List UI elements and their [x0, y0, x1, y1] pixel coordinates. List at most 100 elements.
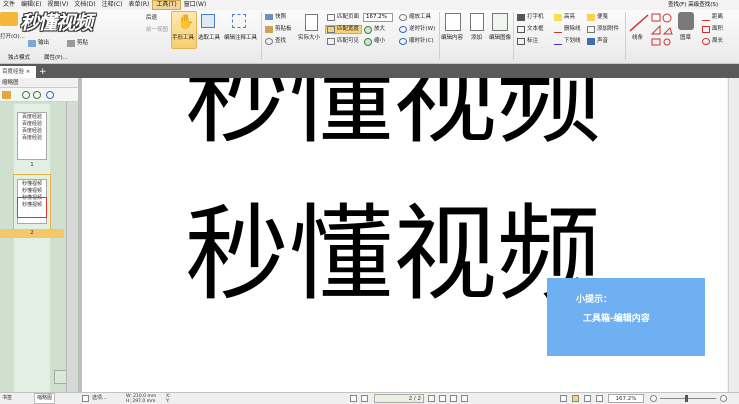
fit-width-button[interactable]: 匹配宽度 — [337, 26, 359, 33]
perimeter-button[interactable]: 周长 — [712, 38, 723, 45]
fit-page-icon — [327, 14, 335, 21]
zoom-combo[interactable]: 167.2% — [363, 13, 393, 22]
rotate-right-button[interactable]: 顺时针(C) — [409, 38, 434, 45]
close-icon[interactable]: × — [26, 69, 31, 75]
highlight-button[interactable]: 高亮 — [564, 14, 575, 21]
snapshot-button[interactable]: 快照 — [275, 14, 286, 21]
typewriter-icon — [517, 14, 525, 21]
underline-button[interactable]: 下划线 — [564, 38, 581, 45]
properties-button[interactable]: 属性(P)... — [44, 55, 68, 62]
perimeter-icon — [702, 38, 710, 45]
actual-size-button[interactable]: 实际大小 — [298, 35, 320, 42]
distance-button[interactable]: 距离 — [712, 14, 723, 21]
folder-icon — [0, 12, 18, 26]
ribbon-separator — [513, 12, 514, 60]
thumbnail-page-1[interactable]: 百度经验 百度经验 百度经验 百度经验 — [17, 112, 47, 160]
find-button[interactable]: 查找 — [275, 38, 286, 45]
zoom-tool-button[interactable]: 缩放工具 — [409, 14, 431, 21]
clip-icon — [67, 40, 75, 47]
ribbon-separator — [261, 12, 262, 60]
hand-icon: ✋ — [177, 14, 195, 30]
zoom-out-button[interactable]: 缩小 — [374, 38, 385, 45]
page-text-line-2: 秒懂视频 — [185, 193, 602, 315]
add-attachment-button[interactable]: 添加附件 — [597, 26, 619, 33]
stamp-button[interactable]: 图章 — [680, 35, 691, 42]
edit-content-button[interactable]: 编辑内容 — [441, 35, 463, 42]
view-area-marker[interactable] — [17, 197, 47, 218]
options-icon[interactable] — [2, 91, 11, 99]
hand-status-icon[interactable] — [82, 395, 89, 402]
hint-body: 工具箱-编辑内容 — [583, 314, 650, 324]
open-button[interactable]: 打开(O)... — [0, 34, 25, 41]
last-page-icon[interactable] — [439, 395, 446, 402]
highlight-icon — [554, 14, 562, 21]
zoom-in-button[interactable]: 放大 — [374, 26, 385, 33]
thumb-line: 百度经验 — [21, 135, 42, 141]
bookmarks-tab[interactable]: 书签 — [2, 393, 12, 404]
logo-text: 秒懂视频 — [20, 12, 93, 34]
typewriter-button[interactable]: 打字机 — [527, 14, 544, 21]
rotate-left-icon — [399, 26, 407, 33]
back-nav-icon[interactable] — [450, 395, 457, 402]
panel-title: 缩略图 — [0, 78, 78, 88]
new-tab-icon[interactable]: + — [39, 66, 49, 78]
continuous-facing-icon[interactable] — [596, 395, 603, 402]
continuous-page-icon[interactable] — [572, 395, 579, 402]
facing-page-icon[interactable] — [584, 395, 591, 402]
tab-label: 百度经验 — [2, 69, 25, 75]
fit-page-button[interactable]: 匹配页面 — [337, 14, 359, 21]
vertical-scrollbar[interactable] — [728, 78, 739, 392]
zoom-out-status-icon[interactable] — [650, 395, 657, 402]
page-height: H: 297.0 mm — [126, 399, 156, 404]
clipboard-button[interactable]: 剪贴板 — [275, 26, 292, 33]
menu-window[interactable]: 窗口(W) — [181, 0, 210, 10]
first-page-icon[interactable] — [350, 395, 357, 402]
page-indicator[interactable]: 2 / 2 — [374, 394, 424, 403]
fit-visible-button[interactable]: 匹配可见 — [337, 38, 359, 45]
next-page-icon[interactable] — [428, 395, 435, 402]
line-button[interactable]: 线条 — [632, 35, 643, 42]
textbox-button[interactable]: 文本框 — [527, 26, 544, 33]
panel-scrollbar[interactable] — [66, 102, 76, 392]
zoom-slider-thumb[interactable] — [685, 395, 688, 402]
forward-button[interactable]: 前一视图 — [146, 27, 168, 34]
thumbnails-tab[interactable]: 缩略图 — [34, 393, 56, 404]
rotate-thumb-icon[interactable] — [46, 91, 54, 99]
sound-button[interactable]: 声音 — [597, 38, 608, 45]
edit-image-button[interactable]: 编辑图像 — [489, 35, 511, 42]
callout-icon — [517, 38, 525, 45]
select-tool-button[interactable]: 选取工具 — [198, 35, 220, 42]
thumb-line: 百度经验 — [21, 114, 42, 120]
fit-visible-icon — [327, 38, 335, 45]
prev-page-icon[interactable] — [361, 395, 368, 402]
callout-button[interactable]: 标注 — [527, 38, 538, 45]
rotate-left-button[interactable]: 逆时针(W) — [409, 26, 435, 33]
area-button[interactable]: 面积 — [712, 26, 723, 33]
fit-width-icon — [327, 26, 335, 33]
strikeout-button[interactable]: 删除线 — [564, 26, 581, 33]
annot-tool-button[interactable]: 编辑注释工具 — [224, 35, 257, 42]
note-button[interactable]: 便笺 — [597, 14, 608, 21]
find-menu[interactable]: 查找(F) — [668, 2, 686, 8]
zoom-slider[interactable] — [660, 398, 716, 399]
zoom-out-icon — [364, 38, 372, 46]
forward-nav-icon[interactable] — [461, 395, 468, 402]
note-icon — [587, 14, 595, 21]
sound-icon — [587, 38, 595, 45]
back-button[interactable]: 后退 — [146, 15, 157, 22]
add-button[interactable]: 添加 — [471, 35, 482, 42]
single-page-icon[interactable] — [560, 395, 567, 402]
zoom-in-status-icon[interactable] — [720, 395, 727, 402]
menu-right: 查找(F) 高级查找(S) — [668, 0, 718, 10]
advanced-find-menu[interactable]: 高级查找(S) — [688, 2, 718, 8]
menu-tools[interactable]: 工具(T) — [152, 0, 181, 10]
zoom-in-thumb-icon[interactable] — [22, 91, 30, 99]
float-mode-button[interactable]: 独占模式 — [8, 55, 30, 62]
clip-button[interactable]: 剪贴 — [77, 40, 88, 47]
export-button[interactable]: 输出 — [38, 40, 49, 47]
status-zoom[interactable]: 167.2% — [608, 394, 644, 403]
mode-select[interactable]: 选项... — [92, 393, 107, 404]
panel-toolbar — [0, 88, 78, 102]
zoom-out-thumb-icon[interactable] — [33, 91, 41, 99]
document-tab[interactable]: 百度经验 × — [0, 66, 36, 78]
